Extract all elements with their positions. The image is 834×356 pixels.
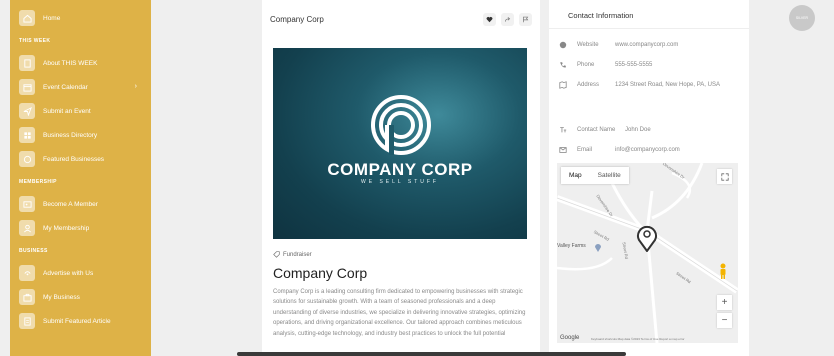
email-icon	[559, 147, 567, 153]
sidebar-item-label: My Business	[43, 293, 80, 301]
chevron-right-icon[interactable]: ›	[135, 83, 137, 90]
contact-name-row: Contact Name John Doe	[559, 126, 651, 134]
map-footer[interactable]: Keyboard shortcuts Map data ©2023 Terms …	[591, 337, 685, 341]
tab-satellite[interactable]: Satellite	[590, 167, 629, 184]
location-map[interactable]: Map Satellite Devonshire Dr Devonshire D…	[557, 163, 738, 343]
sidebar-item-advertise[interactable]: Advertise with Us	[19, 261, 151, 285]
location-pin-icon[interactable]	[636, 224, 658, 252]
sidebar-item-label: Become A Member	[43, 200, 98, 208]
fullscreen-icon	[720, 172, 729, 181]
sidebar-item-label: Business Directory	[43, 131, 98, 139]
business-name: Company Corp	[273, 265, 368, 281]
home-icon	[19, 10, 35, 26]
sidebar-item-label: Submit an Event	[43, 107, 91, 115]
address-label: Address	[577, 82, 600, 88]
phone-icon	[560, 62, 566, 68]
phone-link[interactable]: 555-555-5555	[615, 62, 652, 68]
street-view-pegman-icon[interactable]	[718, 263, 728, 279]
listing-header: Company Corp	[262, 0, 540, 38]
phone-label: Phone	[577, 62, 595, 68]
globe-icon	[559, 41, 567, 49]
zoom-out-button[interactable]: −	[717, 313, 732, 328]
website-link[interactable]: www.companycorp.com	[615, 42, 678, 48]
contact-email-row: Email info@companycorp.com	[559, 146, 680, 154]
banner-logo-text: COMPANY CORP	[327, 160, 473, 179]
fullscreen-button[interactable]	[717, 169, 732, 184]
send-icon	[19, 103, 35, 119]
sidebar-item-label: Home	[43, 14, 61, 22]
sidebar-item-label: Event Calendar	[43, 83, 88, 91]
text-icon	[560, 127, 567, 133]
briefcase-icon	[19, 289, 35, 305]
email-label: Email	[577, 147, 593, 153]
flag-icon	[523, 16, 529, 22]
sidebar-item-label: Submit Featured Article	[43, 317, 111, 325]
company-banner-image: COMPANY CORP WE SELL STUFF	[273, 48, 527, 239]
section-this-week: THIS WEEK	[19, 38, 51, 44]
favorite-button[interactable]	[483, 12, 496, 26]
map-type-tabs: Map Satellite	[561, 167, 629, 184]
sidebar: Home THIS WEEK About THIS WEEK Event Cal…	[10, 0, 151, 356]
address-text: 1234 Street Road, New Hope, PA, USA	[615, 82, 720, 88]
company-logo-mark	[371, 95, 431, 155]
sidebar-item-featured-businesses[interactable]: Featured Businesses	[19, 147, 151, 171]
map-icon	[559, 81, 567, 89]
banner-logo-tagline: WE SELL STUFF	[361, 179, 439, 185]
sidebar-item-home[interactable]: Home	[19, 6, 151, 30]
share-icon	[505, 16, 511, 22]
article-icon	[19, 313, 35, 329]
listing-panel: Company Corp COMPANY CORP WE SELL STUFF …	[262, 0, 540, 356]
contact-phone-row: Phone 555-555-5555	[559, 61, 652, 69]
user-icon	[19, 220, 35, 236]
sidebar-item-label: Featured Businesses	[43, 155, 105, 163]
sidebar-item-event-calendar[interactable]: Event Calendar ›	[19, 75, 151, 99]
divider	[549, 28, 749, 29]
tag-icon	[273, 251, 280, 258]
map-roads	[557, 163, 738, 343]
contact-title: Contact Information	[568, 11, 634, 20]
sidebar-item-submit-article[interactable]: Submit Featured Article	[19, 309, 151, 333]
zoom-in-button[interactable]: +	[717, 295, 732, 310]
google-logo: Google	[560, 335, 580, 341]
section-business: BUSINESS	[19, 248, 48, 254]
report-button[interactable]	[519, 12, 532, 26]
email-link[interactable]: info@companycorp.com	[615, 147, 680, 153]
listing-header-title: Company Corp	[270, 14, 324, 24]
grid-icon	[19, 127, 35, 143]
sidebar-item-label: My Membership	[43, 224, 90, 232]
sidebar-item-label: About THIS WEEK	[43, 59, 98, 67]
contact-panel: Contact Information Website www.companyc…	[549, 0, 749, 356]
category-tag[interactable]: Fundraiser	[273, 251, 312, 258]
place-marker-icon	[595, 244, 601, 252]
membership-badge[interactable]: SILVER	[789, 5, 815, 31]
section-membership: MEMBERSHIP	[19, 179, 57, 185]
sidebar-item-submit-event[interactable]: Submit an Event	[19, 99, 151, 123]
website-label: Website	[577, 42, 599, 48]
sidebar-item-my-membership[interactable]: My Membership	[19, 216, 151, 240]
sidebar-item-my-business[interactable]: My Business	[19, 285, 151, 309]
star-icon	[19, 151, 35, 167]
map-place-label: Valley Farms	[557, 243, 586, 249]
sidebar-item-label: Advertise with Us	[43, 269, 94, 277]
sidebar-item-become-member[interactable]: Become A Member	[19, 192, 151, 216]
contact-name-label: Contact Name	[577, 127, 616, 133]
share-button[interactable]	[501, 12, 514, 26]
business-description: Company Corp is a leading consulting fir…	[273, 289, 526, 337]
sidebar-item-business-directory[interactable]: Business Directory	[19, 123, 151, 147]
contact-address-row: Address 1234 Street Road, New Hope, PA, …	[559, 81, 720, 89]
heart-icon	[486, 16, 493, 22]
contact-website-row: Website www.companycorp.com	[559, 41, 678, 49]
horizontal-scrollbar[interactable]	[237, 352, 626, 356]
broadcast-icon	[19, 265, 35, 281]
id-card-icon	[19, 196, 35, 212]
calendar-icon	[19, 79, 35, 95]
tab-map[interactable]: Map	[561, 167, 590, 184]
document-icon	[19, 55, 35, 71]
sidebar-item-about[interactable]: About THIS WEEK	[19, 51, 151, 75]
category-label: Fundraiser	[283, 251, 312, 258]
contact-name-value: John Doe	[625, 127, 651, 133]
